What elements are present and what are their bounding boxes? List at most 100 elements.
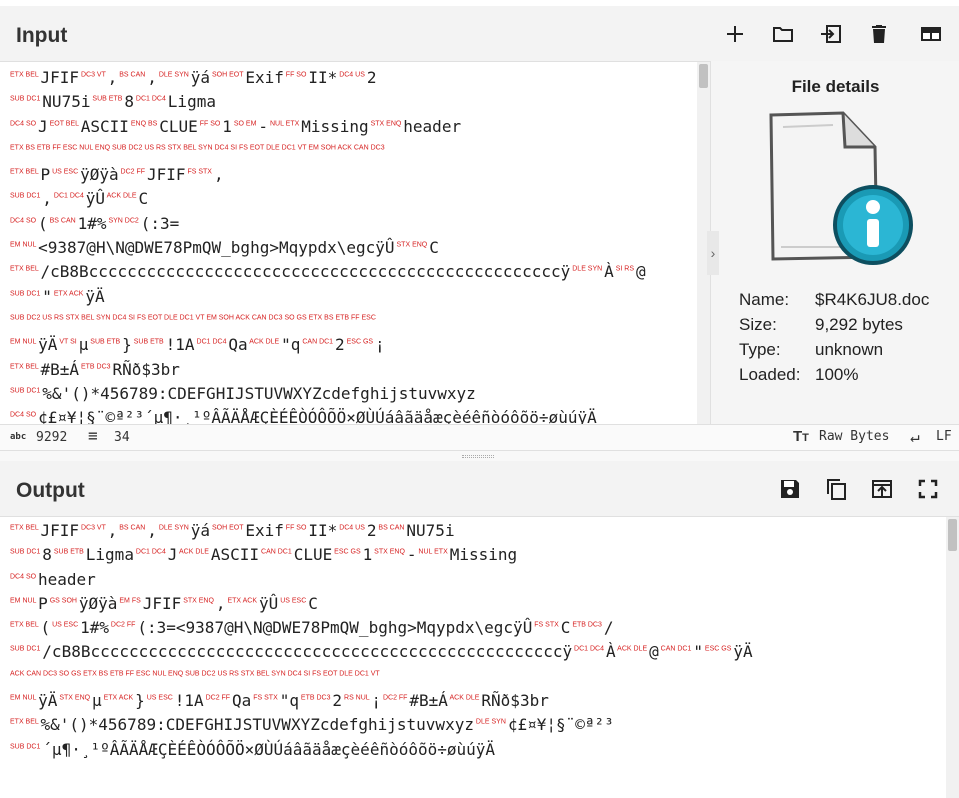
output-line: SUB DC1 8 SUB ETB Ligma DC1 DC4 J ACK DL… [10,543,945,567]
control-char-glyph: US ESC [144,694,175,702]
control-char-glyph: ETX BEL [10,168,41,176]
text-token: ´µ¶·¸¹ºÂÃÄÅÆÇÈÉÊÒÓÔÕÖ×ØÙÚáâãäåæçèéêñòóôõ… [42,739,496,759]
control-char-glyph: BS CAN [117,71,148,79]
output-textarea[interactable]: ETX BEL JFIF DC3 VT , BS CAN , DLE SYN ÿ… [10,519,945,798]
text-token: ¡ [375,335,385,355]
size-value: 9,292 bytes [815,315,903,334]
output-scrollbar[interactable] [946,517,959,798]
clear-input-button[interactable] [855,10,903,58]
text-token: <9387@H\N@DWE78PmQW_bghg>Mqypdx\egcÿÛ [38,238,395,258]
control-char-glyph: DC4 US [337,71,367,79]
copy-output-button[interactable] [813,465,859,513]
control-char-glyph: FS STX [532,621,561,629]
output-line: EM NUL ÿÄ STX ENQ µ ETX ACK } US ESC !1A… [10,689,945,713]
text-token: Missing [449,545,518,565]
control-char-glyph: DC1 DC4 [133,548,168,556]
control-char-glyph: DC2 FF [118,168,147,176]
control-char-glyph: ETX BEL [10,363,41,371]
text-token: JFIF [142,593,182,613]
text-token: Exif [245,68,284,87]
open-file-button[interactable] [807,10,855,58]
char-count: 9292 [36,430,68,445]
control-char-glyph: ESC GS [702,646,734,654]
control-char-glyph: FF SO [197,120,223,128]
input-line: SUB DC1 %&'()*456789:CDEFGHIJSTUVWXYZcde… [10,382,698,406]
text-token: / [603,618,614,638]
control-char-glyph: SUB ETB [88,338,123,346]
control-char-glyph: DC4 US [337,524,367,532]
control-char-glyph: DC1 DC4 [572,646,606,654]
text-token: } [135,691,145,711]
control-char-glyph: RS NUL [342,694,372,702]
text-token: , [42,189,52,209]
control-char-glyph: FF SO [283,524,309,532]
control-char-glyph: DC1 DC4 [51,193,86,201]
reset-layout-button[interactable] [903,10,959,58]
trash-icon [872,25,886,43]
text-token: ÿá [190,521,211,540]
text-token: 1 [222,116,232,136]
input-line: DC4 SO ( BS CAN 1#% SYN DC2 (:3= [10,212,698,236]
control-char-glyph: SUB DC1 [10,743,43,751]
control-char-glyph: DC3 VT [79,71,108,79]
text-token: C [138,189,149,209]
eol-icon[interactable]: ↵ [910,427,920,446]
control-char-glyph: STX ENQ [368,120,404,128]
text-token: ASCII [80,116,129,136]
text-token: RÑð$3br [481,691,549,711]
control-char-glyph: ETX BEL [10,524,41,532]
add-tab-button[interactable] [711,10,759,58]
input-line: DC4 SO J EOT BEL ASCII ENQ BS CLUE FF SO… [10,115,698,139]
collapse-details-button[interactable]: › [707,231,719,275]
eol-button[interactable]: LF [936,429,952,444]
control-char-glyph: BS CAN [117,524,148,532]
text-token: ÿÄ [85,286,105,306]
text-token: Qa [232,691,252,711]
control-char-glyph: EM NUL [10,694,39,702]
name-value: $R4K6JU8.doc [815,290,930,309]
text-token: NU75i [42,92,91,112]
encoding-icon[interactable]: TT [793,428,809,445]
control-char-glyph: US ESC [50,621,81,629]
text-token: %&'()*456789:CDEFGHIJSTUVWXYZcdefghijstu… [40,715,474,735]
output-title: Output [16,479,85,502]
text-token: #B±Á [409,691,448,711]
control-char-glyph: GS SOH [47,597,79,605]
line-count-icon: ≡ [88,426,98,445]
control-char-glyph: DC2 FF [108,621,138,629]
replace-input-button[interactable] [859,465,905,513]
type-label: Type: [739,340,781,359]
input-line: ETX BEL /cB8Bccccccccccccccccccccccccccc… [10,260,698,284]
control-char-glyph: DC3 VT [79,524,108,532]
type-value: unknown [815,340,884,359]
text-token: 1#% [77,213,107,233]
text-token: ÿØÿà [78,593,118,613]
encoding-button[interactable]: Raw Bytes [819,429,889,444]
text-token: " [693,642,703,662]
open-folder-button[interactable] [759,10,807,58]
text-token: ( [40,618,51,638]
file-details-title: File details [791,77,880,96]
control-char-glyph: SUB DC1 [10,387,43,395]
loaded-value: 100% [815,365,859,384]
control-char-glyph: SOH EOT [210,71,246,79]
maximise-output-button[interactable] [905,465,951,513]
output-line: DC4 SO header [10,568,945,592]
control-char-glyph: SYN DC2 [106,217,141,225]
text-token: À [605,642,616,662]
text-token: ¢£¤¥¦§¨©ª²³ [507,715,614,735]
control-char-glyph: STX ENQ [57,694,93,702]
text-token: "q [281,335,301,355]
loaded-label: Loaded: [739,365,801,384]
input-textarea[interactable]: ETX BEL JFIF DC3 VT , BS CAN , DLE SYN ÿ… [10,66,698,424]
text-token: header [38,569,96,589]
control-char-glyph: ETX ACK [225,597,259,605]
control-char-glyph: SO EM [231,120,259,128]
control-char-glyph: DC4 SO [10,120,39,128]
control-char-glyph: SUB ETB [131,338,166,346]
char-count-icon: abc [10,432,27,442]
text-token: 8 [42,545,52,565]
input-header: Input [0,6,959,62]
text-token: %&'()*456789:CDEFGHIJSTUVWXYZcdefghijstu… [42,383,476,403]
save-output-button[interactable] [767,465,813,513]
